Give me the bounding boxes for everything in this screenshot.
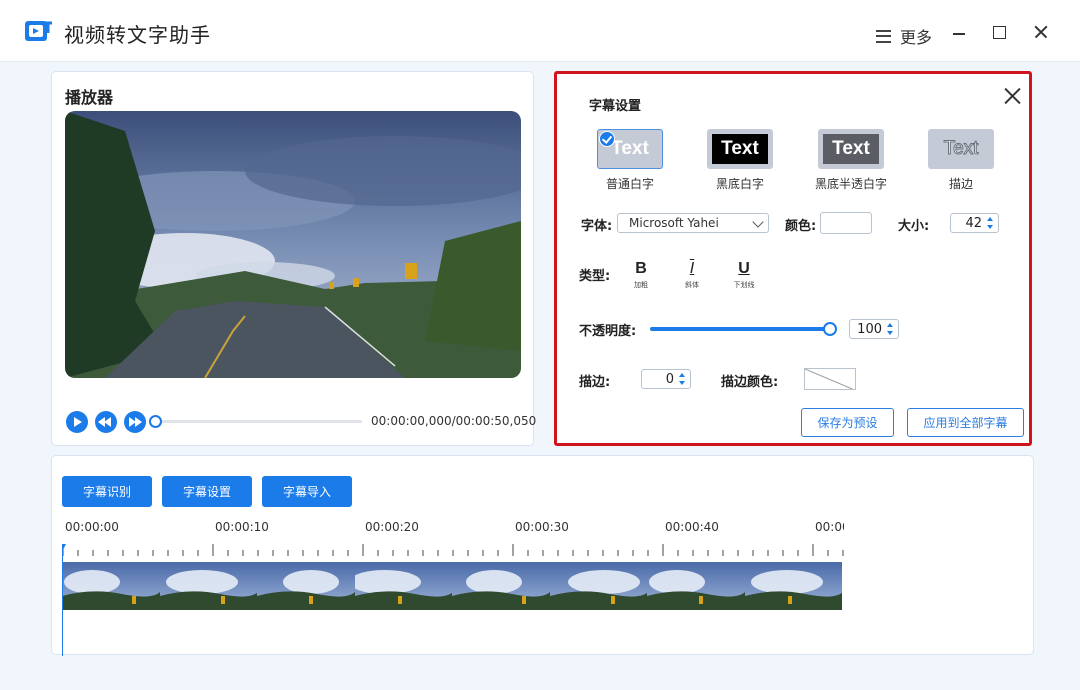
opacity-value: 100 — [857, 322, 882, 337]
video-thumbnail — [257, 562, 355, 610]
subtitle-settings-button[interactable]: 字幕设置 — [162, 476, 252, 507]
maximize-icon[interactable] — [990, 22, 1010, 42]
stroke-label: 描边: — [579, 375, 611, 390]
subtitle-import-button[interactable]: 字幕导入 — [262, 476, 352, 507]
preset-label: 描边 — [948, 177, 973, 191]
tick-label: 00:00:10 — [215, 520, 269, 534]
video-thumbnail — [354, 562, 452, 610]
opacity-slider-knob[interactable] — [823, 322, 837, 336]
stroke-value: 0 — [665, 372, 674, 387]
bold-label: 加粗 — [634, 281, 648, 289]
check-icon — [599, 131, 615, 147]
video-thumbnail — [549, 562, 647, 610]
italic-label: 斜体 — [685, 281, 699, 289]
color-picker[interactable] — [820, 212, 872, 234]
tick-label: 00:00:30 — [515, 520, 569, 534]
close-icon[interactable] — [1002, 86, 1022, 106]
video-thumbnail — [647, 562, 745, 610]
fast-forward-icon[interactable] — [124, 411, 146, 433]
font-value: Microsoft Yahei — [629, 216, 719, 230]
opacity-label: 不透明度: — [579, 324, 637, 339]
size-value: 42 — [965, 216, 982, 231]
font-select[interactable]: Microsoft Yahei — [617, 213, 769, 233]
minimize-icon[interactable] — [950, 22, 970, 42]
preset-black-bg-white[interactable]: Text — [707, 129, 773, 169]
tick-label: 00:00:50 — [815, 520, 844, 534]
stroke-color-label: 描边颜色: — [721, 375, 779, 390]
playhead[interactable] — [62, 544, 66, 656]
apply-all-button[interactable]: 应用到全部字幕 — [907, 408, 1024, 437]
app-title: 视频转文字助手 — [64, 23, 211, 47]
preset-stroke[interactable]: Text — [928, 129, 994, 169]
video-thumbnail — [159, 562, 257, 610]
font-label: 字体: — [581, 219, 613, 234]
more-menu-button[interactable]: 更多 — [876, 24, 932, 48]
rewind-icon[interactable] — [95, 411, 117, 433]
bold-button[interactable]: B 加粗 — [626, 260, 656, 290]
progress-track[interactable] — [151, 420, 362, 423]
play-icon[interactable] — [66, 411, 88, 433]
video-thumbnail — [62, 562, 160, 610]
thumbnail-strip — [62, 562, 842, 610]
stepper-arrows-icon — [987, 217, 993, 229]
menu-icon — [876, 29, 891, 43]
preset-normal-white[interactable]: Text — [597, 129, 663, 169]
player-title: 播放器 — [65, 88, 114, 107]
subtitle-settings-panel: 字幕设置 Text Text Text Text 普通白字 黑底白字 黑底半透白… — [554, 71, 1032, 446]
size-stepper[interactable]: 42 — [950, 213, 999, 233]
bold-icon: B — [635, 260, 647, 277]
progress-knob[interactable] — [149, 415, 162, 428]
preset-label: 黑底半透白字 — [814, 177, 887, 191]
video-preview[interactable] — [65, 111, 521, 378]
timeline-ruler — [62, 544, 844, 556]
stepper-arrows-icon — [679, 373, 685, 385]
stroke-color-picker[interactable] — [804, 368, 856, 390]
opacity-stepper[interactable]: 100 — [849, 319, 899, 339]
no-color-icon — [805, 369, 854, 389]
title-bar: 视频转文字助手 更多 — [0, 0, 1080, 62]
preset-preview-text: Text — [712, 134, 768, 164]
subtitle-recognize-button[interactable]: 字幕识别 — [62, 476, 152, 507]
preset-label: 普通白字 — [605, 177, 654, 191]
underline-label: 下划线 — [733, 281, 755, 289]
italic-icon: I — [689, 260, 695, 277]
opacity-slider[interactable] — [650, 327, 830, 331]
save-preset-button[interactable]: 保存为预设 — [801, 408, 894, 437]
stepper-arrows-icon — [887, 323, 893, 335]
video-thumbnail — [744, 562, 842, 610]
preset-preview-text: Text — [943, 138, 979, 160]
preset-preview-text: Text — [823, 134, 879, 164]
preset-label: 黑底白字 — [715, 177, 764, 191]
tick-label: 00:00:20 — [365, 520, 419, 534]
tick-label: 00:00:00 — [65, 520, 119, 534]
underline-button[interactable]: U 下划线 — [729, 260, 759, 290]
close-icon[interactable] — [1032, 22, 1052, 42]
video-frame — [65, 111, 521, 378]
timeline-track[interactable]: 00:00:00 00:00:10 00:00:20 00:00:30 00:0… — [62, 514, 844, 656]
video-thumbnail — [452, 562, 550, 610]
stroke-stepper[interactable]: 0 — [641, 369, 691, 389]
more-label: 更多 — [900, 28, 933, 47]
underline-icon: U — [738, 260, 750, 277]
time-display: 00:00:00,000/00:00:50,050 — [371, 414, 537, 428]
timeline-panel: 字幕识别 字幕设置 字幕导入 00:00:00 00:00:10 00:00:2… — [51, 455, 1034, 656]
app-logo-icon — [25, 21, 52, 41]
color-label: 颜色: — [785, 219, 817, 234]
chevron-down-icon — [752, 216, 764, 228]
size-label: 大小: — [898, 219, 930, 234]
tick-label: 00:00:40 — [665, 520, 719, 534]
subtitle-settings-title: 字幕设置 — [589, 99, 642, 114]
type-label: 类型: — [579, 269, 611, 284]
italic-button[interactable]: I 斜体 — [677, 260, 707, 290]
preset-translucent-bg-white[interactable]: Text — [818, 129, 884, 169]
player-panel: 播放器 00:00:00,000/00:00:50,050 — [51, 71, 537, 446]
